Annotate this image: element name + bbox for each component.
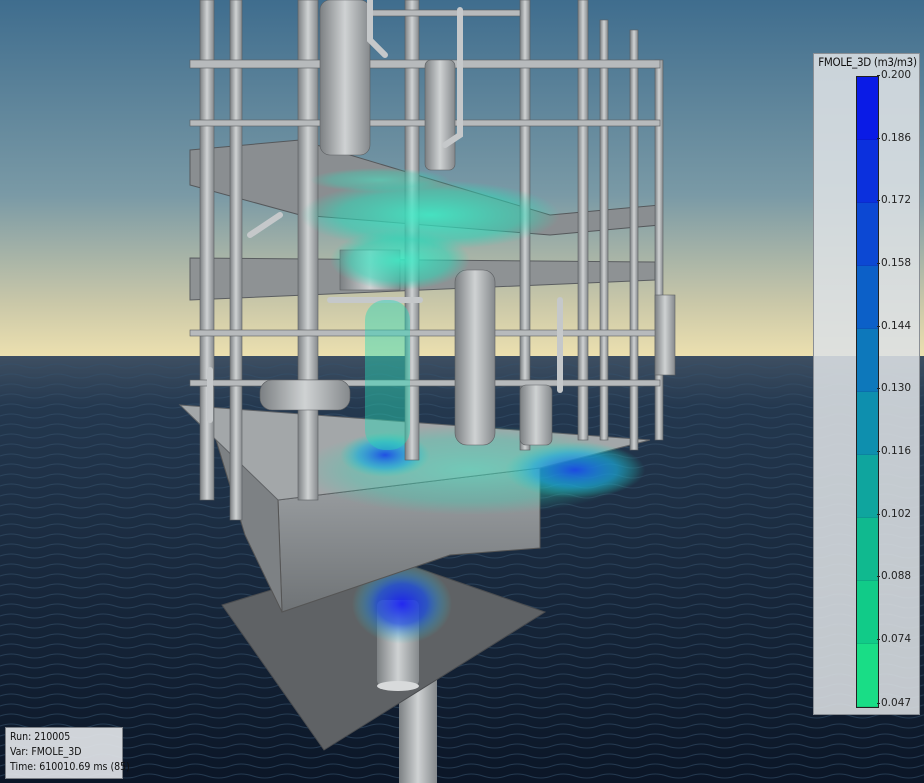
legend-tick-label: 0.158: [877, 257, 919, 269]
legend-segment: [857, 644, 878, 707]
legend-tick-label: 0.200: [877, 69, 919, 81]
legend-segment: [857, 581, 878, 644]
time-label: Time: 610010.69 ms (85): [10, 761, 130, 773]
gas-plume: [365, 300, 410, 450]
legend-colorbar: [856, 76, 879, 708]
legend-tick-label: 0.074: [877, 633, 919, 645]
legend-segment: [857, 266, 878, 329]
run-info-box: Run: 210005 Var: FMOLE_3D Time: 610010.6…: [5, 727, 130, 779]
simulation-viewport[interactable]: [0, 0, 924, 783]
legend-segment: [857, 329, 878, 392]
legend-tick-label: 0.144: [877, 320, 919, 332]
legend-segment: [857, 518, 878, 581]
legend-tick-label: 0.172: [877, 194, 919, 206]
variable-label: Var: FMOLE_3D: [10, 746, 82, 758]
run-label: Run: 210005: [10, 731, 71, 743]
legend-segment: [857, 140, 878, 203]
legend-title: FMOLE_3D (m3/m3): [818, 55, 917, 69]
gas-cloud-right: [505, 442, 645, 498]
legend-tick-label: 0.130: [877, 382, 919, 394]
legend-tick-label: 0.186: [877, 132, 919, 144]
legend-segment: [857, 455, 878, 518]
legend-tick-label: 0.102: [877, 508, 919, 520]
legend-tick-label: 0.047: [877, 697, 919, 709]
legend-tick-label: 0.116: [877, 445, 919, 457]
legend-tick-label: 0.088: [877, 570, 919, 582]
legend-segment: [857, 77, 878, 140]
legend-segment: [857, 392, 878, 455]
color-legend: FMOLE_3D (m3/m3) 0.200 0.186 0.172 0.158 0.1…: [813, 53, 920, 715]
legend-segment: [857, 203, 878, 266]
